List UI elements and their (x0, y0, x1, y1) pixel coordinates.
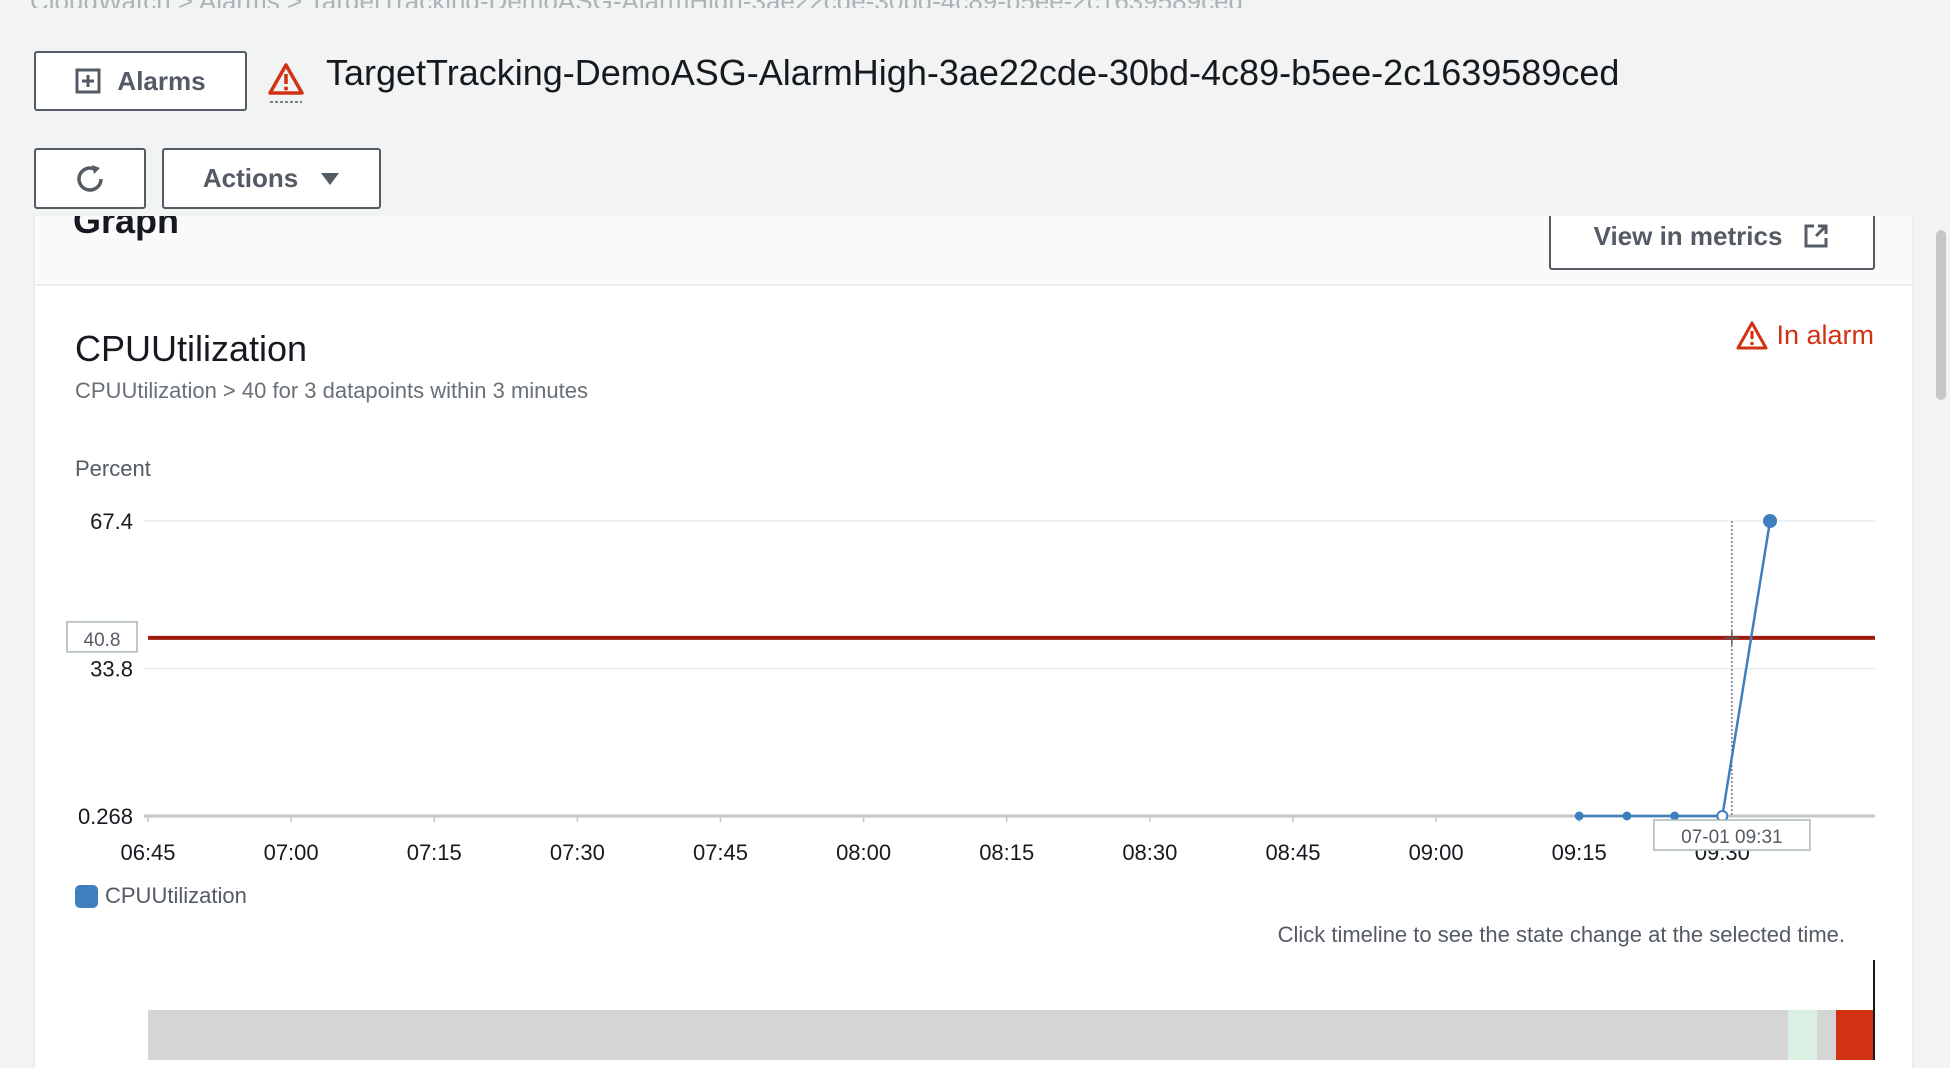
y-tick-label: 0.268 (78, 804, 133, 829)
x-tick-label: 06:45 (120, 840, 175, 865)
actions-label: Actions (202, 163, 299, 193)
refresh-button[interactable] (34, 148, 146, 209)
refresh-icon (77, 164, 103, 192)
y-tick-label: 33.8 (90, 657, 133, 682)
x-tick-label: 09:00 (1409, 840, 1464, 865)
breadcrumb: CloudWatch > Alarms > TargetTracking-Dem… (0, 0, 1950, 8)
scrollbar-thumb[interactable] (1936, 230, 1946, 400)
caret-down-icon (321, 172, 340, 185)
data-point[interactable] (1622, 811, 1632, 821)
breadcrumb-text: CloudWatch > Alarms > TargetTracking-Dem… (30, 0, 1243, 8)
x-tick-label: 07:00 (264, 840, 319, 865)
x-tick-label: 07:30 (550, 840, 605, 865)
timeline-segment-insufficient-data[interactable] (1816, 1010, 1836, 1060)
timeline-segment-ok[interactable] (1788, 1010, 1817, 1060)
data-point[interactable] (1763, 514, 1778, 528)
expand-square-icon (75, 68, 101, 94)
data-point[interactable] (1574, 811, 1584, 821)
chart-legend[interactable]: CPUUtilization (75, 883, 247, 909)
y-tick-label: 67.4 (90, 509, 133, 534)
x-tick-label: 08:00 (836, 840, 891, 865)
x-tick-label: 08:45 (1265, 840, 1320, 865)
alarm-name-title: TargetTracking-DemoASG-AlarmHigh-3ae22cd… (326, 52, 1620, 93)
alarms-button[interactable]: Alarms (34, 51, 247, 111)
graph-panel: Graph View in metrics CPUUtilization CPU… (33, 216, 1914, 1068)
legend-label: CPUUtilization (105, 883, 247, 908)
timeline-segment-insufficient-data[interactable] (148, 1010, 1789, 1060)
timeline-segment-alarm[interactable] (1835, 1010, 1874, 1060)
timeline-hint: Click timeline to see the state change a… (1277, 922, 1845, 947)
x-tick-label: 08:15 (979, 840, 1034, 865)
legend-swatch (75, 884, 98, 908)
cursor-label: 07-01 09:31 (1681, 827, 1782, 848)
threshold-label: 40.8 (84, 630, 121, 651)
alarms-button-label: Alarms (117, 65, 206, 96)
x-tick-label: 07:45 (693, 840, 748, 865)
data-point[interactable] (1670, 811, 1680, 821)
state-timeline[interactable] (148, 960, 1875, 1060)
x-tick-label: 07:15 (407, 840, 462, 865)
alarm-warning-icon (268, 62, 304, 109)
x-tick-label: 09:15 (1552, 840, 1607, 865)
actions-dropdown[interactable]: Actions (162, 148, 381, 209)
timeline-end-marker (1873, 960, 1875, 1060)
x-tick-label: 08:30 (1122, 840, 1177, 865)
